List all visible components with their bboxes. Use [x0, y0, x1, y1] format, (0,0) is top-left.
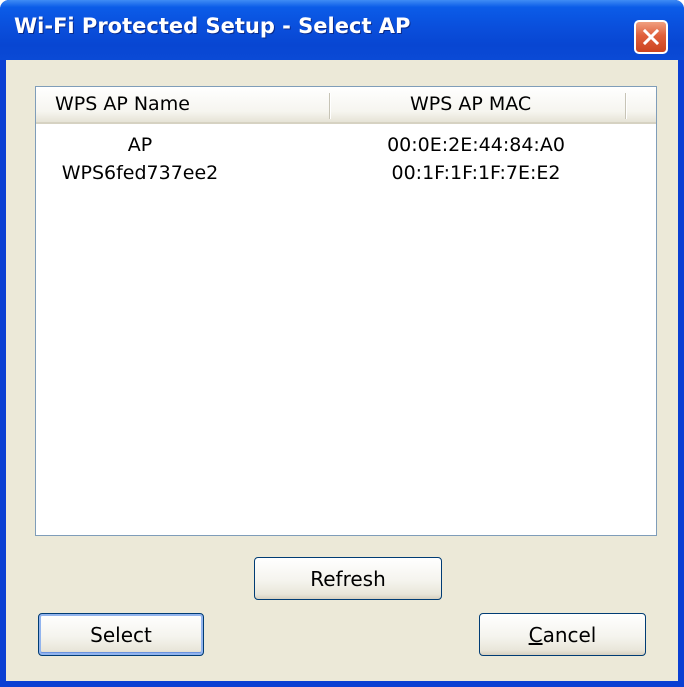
ap-mac-cell: 00:0E:2E:44:84:A0	[387, 134, 565, 156]
close-button[interactable]	[634, 20, 668, 54]
column-header-ap-mac[interactable]: WPS AP MAC	[410, 87, 531, 122]
cancel-label: ancel	[542, 622, 597, 647]
ap-name-cell: AP	[127, 134, 153, 156]
ap-mac-cell: 00:1F:1F:1F:7E:E2	[391, 162, 561, 184]
cancel-button[interactable]: Cancel	[479, 613, 646, 656]
dialog-window: Wi-Fi Protected Setup - Select AP WPS AP…	[0, 0, 684, 687]
column-separator[interactable]	[329, 93, 330, 119]
cancel-mnemonic: C	[528, 622, 543, 647]
ap-list[interactable]: WPS AP Name WPS AP MAC AP 00:0E:2E:44:84…	[35, 86, 657, 536]
select-button[interactable]: Select	[38, 613, 204, 656]
ap-name-cell: WPS6fed737ee2	[61, 162, 219, 184]
column-header-ap-name[interactable]: WPS AP Name	[55, 87, 190, 122]
refresh-button[interactable]: Refresh	[254, 557, 442, 600]
title-bar[interactable]: Wi-Fi Protected Setup - Select AP	[0, 0, 684, 60]
list-item[interactable]: AP 00:0E:2E:44:84:A0	[36, 131, 656, 159]
window-title: Wi-Fi Protected Setup - Select AP	[14, 14, 411, 38]
column-separator[interactable]	[625, 93, 626, 119]
list-header: WPS AP Name WPS AP MAC	[36, 87, 656, 124]
close-icon	[642, 28, 660, 46]
dialog-client-area: WPS AP Name WPS AP MAC AP 00:0E:2E:44:84…	[6, 60, 678, 681]
list-item[interactable]: WPS6fed737ee2 00:1F:1F:1F:7E:E2	[36, 159, 656, 187]
